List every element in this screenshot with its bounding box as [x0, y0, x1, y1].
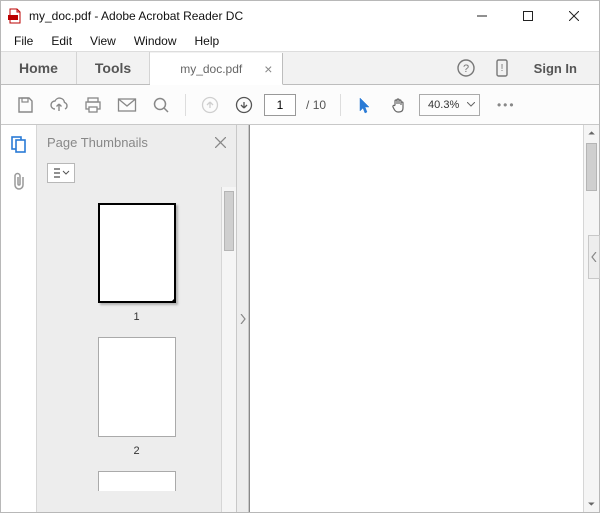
thumbnails-title: Page Thumbnails — [47, 135, 148, 150]
thumbnails-header: Page Thumbnails — [37, 125, 236, 159]
window-close-button[interactable] — [551, 1, 597, 31]
thumbnails-options — [37, 159, 236, 187]
main-area: Page Thumbnails 1 2 ⏶ — [1, 125, 599, 512]
window-title: my_doc.pdf - Adobe Acrobat Reader DC — [29, 9, 459, 23]
tabbar: Home Tools my_doc.pdf × ? ! Sign In — [1, 52, 599, 85]
zoom-value: 40.3% — [428, 99, 459, 111]
hand-tool-icon[interactable] — [385, 91, 413, 119]
save-icon[interactable] — [11, 91, 39, 119]
tab-tools-label: Tools — [95, 60, 131, 76]
chevron-down-icon — [467, 102, 475, 107]
thumbnail-canvas — [98, 203, 176, 303]
search-icon[interactable] — [147, 91, 175, 119]
menu-view[interactable]: View — [83, 32, 123, 50]
window-titlebar: my_doc.pdf - Adobe Acrobat Reader DC — [1, 1, 599, 31]
attachments-rail-icon[interactable] — [11, 171, 27, 191]
toolbar-separator — [340, 94, 341, 116]
menu-window[interactable]: Window — [127, 32, 184, 50]
page-up-icon[interactable] — [196, 91, 224, 119]
menu-file[interactable]: File — [7, 32, 40, 50]
menu-help[interactable]: Help — [188, 32, 227, 50]
scroll-down-icon[interactable]: ⏷ — [584, 496, 599, 512]
notification-icon[interactable]: ! — [492, 58, 512, 78]
menubar: File Edit View Window Help — [1, 31, 599, 52]
tab-document[interactable]: my_doc.pdf × — [150, 53, 283, 85]
window-maximize-button[interactable] — [505, 1, 551, 31]
right-panel-expand-button[interactable] — [588, 235, 600, 279]
thumbnail-canvas — [98, 471, 176, 491]
toolbar: / 10 40.3% ••• — [1, 85, 599, 125]
thumbnails-panel: Page Thumbnails 1 2 — [37, 125, 237, 512]
thumbnail-label: 2 — [133, 445, 139, 457]
thumbnails-rail-icon[interactable] — [10, 135, 28, 153]
menu-edit[interactable]: Edit — [44, 32, 79, 50]
thumbnails-options-button[interactable] — [47, 163, 75, 183]
mail-icon[interactable] — [113, 91, 141, 119]
page-total: / 10 — [306, 98, 326, 112]
thumbnails-scrollbar[interactable] — [221, 187, 236, 512]
thumbnail-canvas — [98, 337, 176, 437]
app-icon — [7, 8, 23, 24]
document-area[interactable]: ⏶ ⏷ — [249, 125, 599, 512]
svg-text:?: ? — [463, 63, 469, 75]
select-tool-icon[interactable] — [351, 91, 379, 119]
thumbnail-page[interactable] — [37, 471, 236, 491]
left-rail — [1, 125, 37, 512]
thumbnail-label: 1 — [133, 311, 139, 323]
print-icon[interactable] — [79, 91, 107, 119]
signin-button[interactable]: Sign In — [528, 61, 583, 76]
page-number-input[interactable] — [264, 94, 296, 116]
more-tools-icon[interactable]: ••• — [492, 91, 520, 119]
thumbnails-close-icon[interactable] — [215, 137, 226, 148]
tab-tools[interactable]: Tools — [77, 52, 150, 84]
tab-close-icon[interactable]: × — [264, 61, 272, 77]
scroll-up-icon[interactable]: ⏶ — [584, 125, 599, 141]
toolbar-separator — [185, 94, 186, 116]
page-down-icon[interactable] — [230, 91, 258, 119]
thumbnail-page[interactable]: 1 — [37, 203, 236, 323]
tab-home-label: Home — [19, 60, 58, 76]
document-scrollbar[interactable]: ⏶ ⏷ — [583, 125, 599, 512]
thumbnail-page[interactable]: 2 — [37, 337, 236, 457]
tab-home[interactable]: Home — [1, 52, 77, 84]
thumbnails-collapse-button[interactable] — [237, 125, 249, 512]
svg-text:!: ! — [500, 63, 503, 74]
thumbnails-list: 1 2 — [37, 187, 236, 512]
tab-document-label: my_doc.pdf — [180, 62, 242, 76]
help-icon[interactable]: ? — [456, 58, 476, 78]
cloud-upload-icon[interactable] — [45, 91, 73, 119]
zoom-selector[interactable]: 40.3% — [419, 94, 480, 116]
window-minimize-button[interactable] — [459, 1, 505, 31]
